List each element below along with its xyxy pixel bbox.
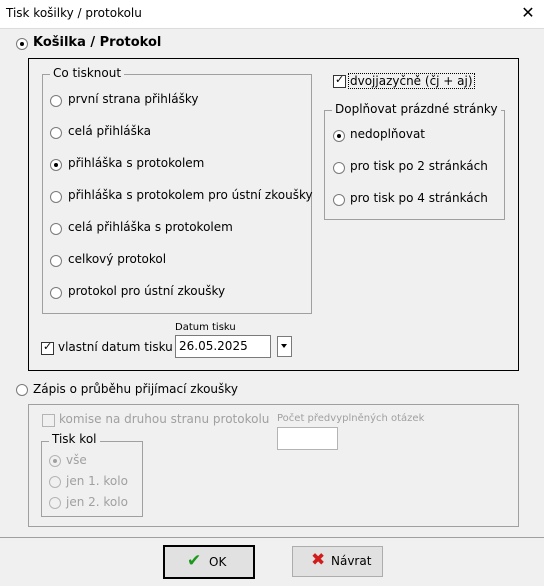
radio-prvni-strana[interactable] (50, 95, 62, 107)
doplnovat-legend: Doplňovat prázdné stránky (332, 102, 501, 116)
cancel-button[interactable]: ✖ Návrat (292, 546, 383, 577)
radio-kolo-2[interactable] (49, 497, 61, 509)
komise-checkbox[interactable] (42, 414, 55, 427)
radio-kolo-vse[interactable] (49, 455, 61, 467)
radio-celkovy-protokol[interactable] (50, 255, 62, 267)
komise-label: komise na druhou stranu protokolu (59, 412, 270, 426)
ok-label: OK (209, 555, 227, 569)
close-icon[interactable]: ✕ (516, 2, 540, 24)
label-protokol-ustni[interactable]: protokol pro ústní zkoušky (68, 284, 225, 298)
dvojjazycne-label[interactable]: dvojjazyčně (čj + aj) (348, 73, 475, 89)
datum-tisku-input[interactable]: 26.05.2025 (175, 335, 271, 358)
label-kolo-2: jen 2. kolo (66, 495, 128, 509)
datum-tisku-label: Datum tisku (175, 322, 236, 333)
zapis-label: Zápis o průběhu přijímací zkoušky (33, 382, 238, 396)
datum-dropdown-button[interactable] (277, 336, 292, 357)
label-cela-prihlaska[interactable]: celá přihláška (68, 124, 151, 138)
label-tisk-po-2[interactable]: pro tisk po 2 stránkách (350, 159, 488, 173)
label-nedoplnovat[interactable]: nedoplňovat (350, 127, 425, 141)
window-title: Tisk košilky / protokolu (6, 6, 142, 20)
vlastni-datum-label[interactable]: vlastní datum tisku (58, 340, 173, 354)
dvojjazycne-checkbox[interactable]: ✓ (333, 73, 346, 88)
label-kolo-1: jen 1. kolo (66, 474, 128, 488)
label-tisk-po-4[interactable]: pro tisk po 4 stránkách (350, 191, 488, 205)
co-tisknout-legend: Co tisknout (50, 66, 125, 80)
radio-cela-prihlaska[interactable] (50, 127, 62, 139)
label-kolo-vse: vše (66, 453, 87, 467)
kosilka-label: Košilka / Protokol (33, 35, 162, 50)
pocet-otazek-label: Počet předvyplněných otázek (277, 413, 425, 424)
radio-prihlaska-protokol-ustni[interactable] (50, 191, 62, 203)
tisk-kol-legend: Tisk kol (49, 432, 100, 446)
label-prvni-strana[interactable]: první strana přihlášky (68, 92, 198, 106)
check-icon: ✓ (43, 340, 53, 353)
checkmark-icon: ✔ (187, 551, 202, 571)
x-icon: ✖ (311, 550, 326, 570)
cancel-label: Návrat (331, 554, 372, 568)
label-prihlaska-protokol-ustni[interactable]: přihláška s protokolem pro ústní zkoušky (68, 188, 313, 202)
button-bar-divider (0, 537, 544, 538)
radio-tisk-po-2[interactable] (333, 162, 345, 174)
radio-nedoplnovat[interactable] (333, 130, 345, 142)
check-icon: ✓ (335, 73, 345, 86)
radio-protokol-ustni[interactable] (50, 287, 62, 299)
radio-kolo-1[interactable] (49, 476, 61, 488)
radio-prihlaska-s-protokolem[interactable] (50, 159, 62, 171)
label-prihlaska-s-protokolem[interactable]: přihláška s protokolem (68, 156, 204, 170)
pocet-otazek-input[interactable] (277, 427, 338, 450)
radio-cela-prihlaska-protokol[interactable] (50, 223, 62, 235)
title-bar: Tisk košilky / protokolu ✕ (0, 0, 544, 29)
vlastni-datum-checkbox[interactable]: ✓ (41, 340, 54, 355)
ok-button[interactable]: ✔ OK (163, 545, 255, 579)
label-cela-prihlaska-protokol[interactable]: celá přihláška s protokolem (68, 220, 233, 234)
datum-tisku-value: 26.05.2025 (179, 339, 248, 353)
radio-tisk-po-4[interactable] (333, 194, 345, 206)
label-celkovy-protokol[interactable]: celkový protokol (68, 252, 166, 266)
zapis-radio[interactable] (16, 384, 28, 396)
kosilka-radio[interactable] (16, 38, 28, 50)
chevron-down-icon (281, 344, 287, 348)
